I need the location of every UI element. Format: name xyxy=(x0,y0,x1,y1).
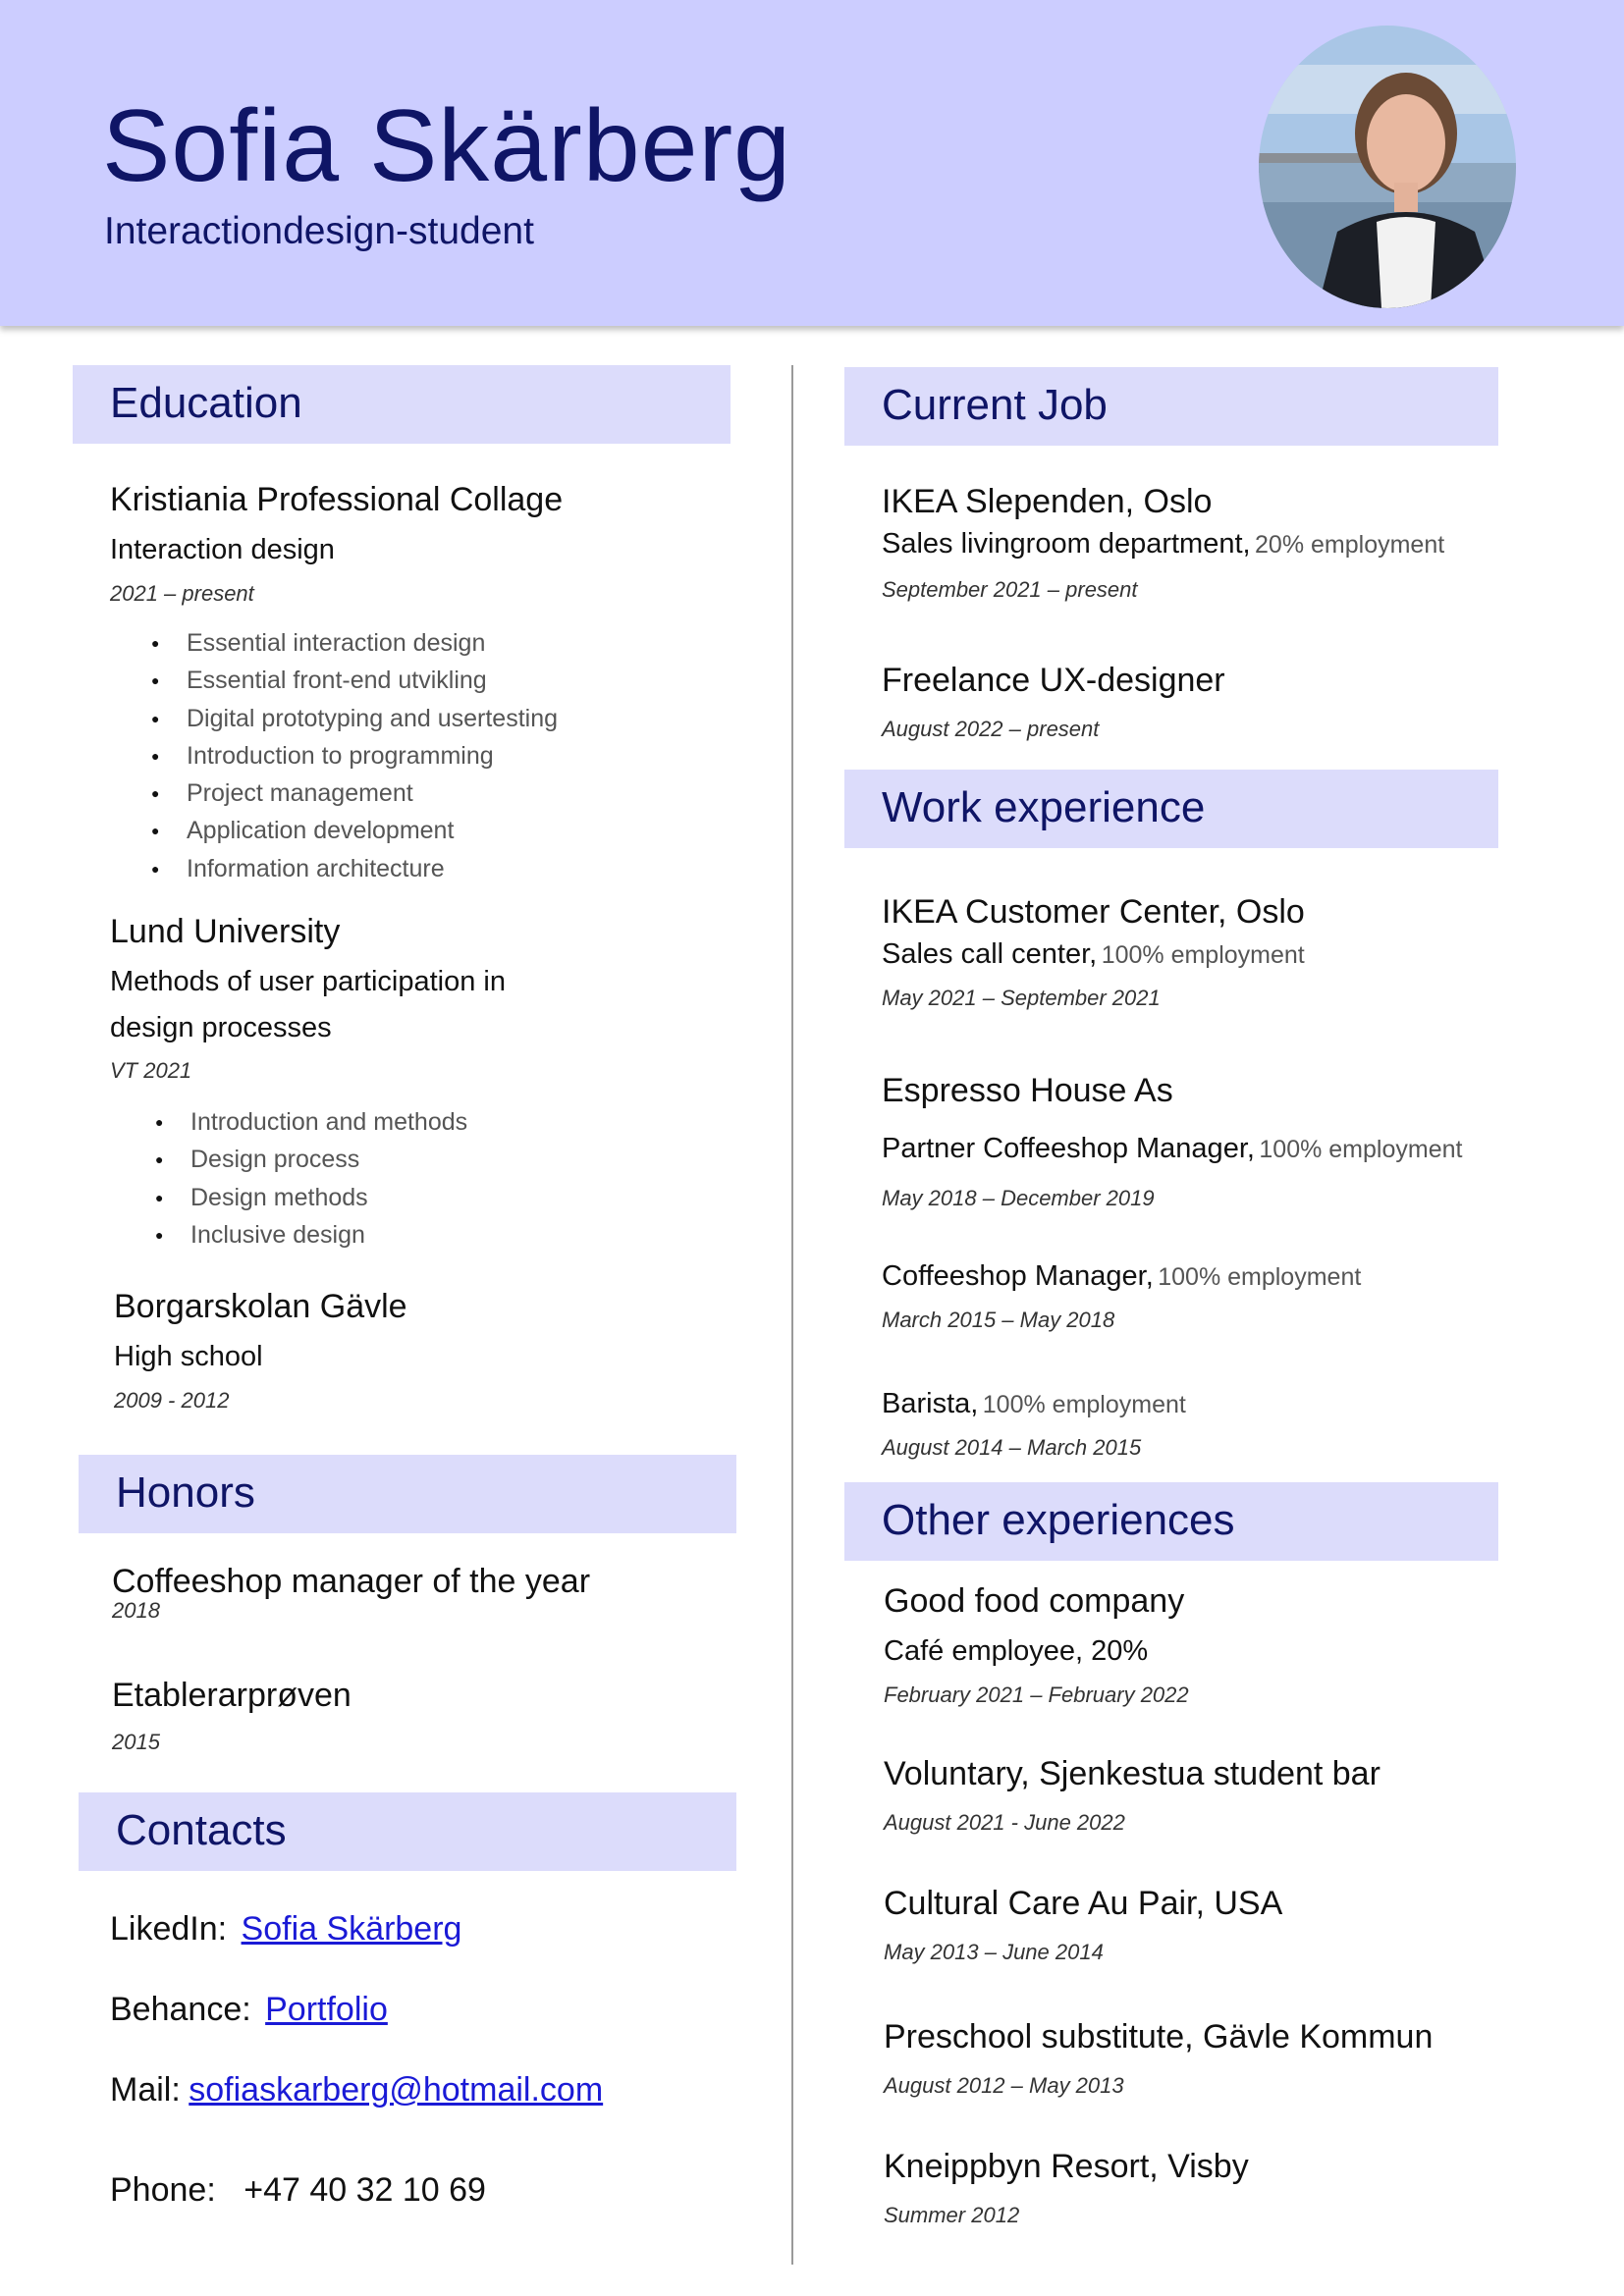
list-item: Introduction and methods xyxy=(155,1103,467,1141)
lund-school: Lund University xyxy=(110,913,341,950)
other-heading: Other experiences xyxy=(844,1482,1498,1561)
barista-role: Barista, xyxy=(882,1388,979,1419)
aupair-date: May 2013 – June 2014 xyxy=(884,1940,1104,1964)
manager-emp: 100% employment xyxy=(1158,1263,1362,1291)
lund-program-line2: design processes xyxy=(110,1012,332,1043)
list-item: Design process xyxy=(155,1141,467,1178)
education-title: Education xyxy=(110,379,302,427)
list-item: Essential interaction design xyxy=(151,624,558,662)
voluntary-date: August 2021 - June 2022 xyxy=(884,1810,1125,1835)
barista-date: August 2014 – March 2015 xyxy=(882,1435,1142,1460)
header-banner: Sofia Skärberg Interactiondesign-student xyxy=(0,0,1624,326)
linkedin-row: LikedIn: Sofia Skärberg xyxy=(110,1910,461,1949)
linkedin-label: LikedIn: xyxy=(110,1910,228,1948)
ikea-cc-role-row: Sales call center, 100% employment xyxy=(882,938,1305,971)
ikea-slependen-role-row: Sales livingroom department, 20% employm… xyxy=(882,528,1444,561)
lund-courses: Introduction and methods Design process … xyxy=(155,1103,467,1254)
borgar-date: 2009 - 2012 xyxy=(114,1388,230,1413)
work-title: Work experience xyxy=(882,783,1206,831)
behance-label: Behance: xyxy=(110,1991,251,2028)
ikea-cc-emp: 100% employment xyxy=(1101,941,1305,969)
mail-label: Mail: xyxy=(110,2071,181,2109)
phone-label: Phone: xyxy=(110,2171,216,2209)
freelance-date: August 2022 – present xyxy=(882,717,1100,741)
kneipp-org: Kneippbyn Resort, Visby xyxy=(884,2148,1249,2185)
voluntary-org: Voluntary, Sjenkestua student bar xyxy=(884,1755,1380,1792)
manager-date: March 2015 – May 2018 xyxy=(882,1308,1115,1332)
kneipp-date: Summer 2012 xyxy=(884,2203,1020,2227)
linkedin-link[interactable]: Sofia Skärberg xyxy=(242,1910,462,1948)
person-subtitle: Interactiondesign-student xyxy=(104,210,534,252)
honor-year: 2015 xyxy=(112,1730,160,1754)
espresso-role-row: Partner Coffeeshop Manager, 100% employm… xyxy=(882,1133,1462,1165)
espresso-role: Partner Coffeeshop Manager, xyxy=(882,1133,1255,1164)
phone-value: +47 40 32 10 69 xyxy=(244,2171,486,2209)
mail-link[interactable]: sofiaskarberg@hotmail.com xyxy=(189,2071,603,2109)
lund-program-line1: Methods of user participation in xyxy=(110,966,506,997)
list-item: Application development xyxy=(151,812,558,849)
mail-row: Mail: sofiaskarberg@hotmail.com xyxy=(110,2071,603,2109)
honor-year: 2018 xyxy=(112,1598,160,1623)
kristiania-courses: Essential interaction design Essential f… xyxy=(151,624,558,887)
kristiania-program: Interaction design xyxy=(110,534,335,565)
honors-heading: Honors xyxy=(79,1455,736,1533)
barista-emp: 100% employment xyxy=(982,1391,1186,1418)
behance-link[interactable]: Portfolio xyxy=(265,1991,388,2028)
person-name: Sofia Skärberg xyxy=(102,89,791,203)
contacts-title: Contacts xyxy=(116,1806,287,1854)
borgar-school: Borgarskolan Gävle xyxy=(114,1288,407,1325)
list-item: Introduction to programming xyxy=(151,737,558,774)
preschool-date: August 2012 – May 2013 xyxy=(884,2073,1124,2098)
kristiania-date: 2021 – present xyxy=(110,581,254,606)
behance-row: Behance: Portfolio xyxy=(110,1991,388,2029)
ikea-cc-org: IKEA Customer Center, Oslo xyxy=(882,893,1305,931)
ikea-slependen-org: IKEA Slependen, Oslo xyxy=(882,483,1213,520)
preschool-org: Preschool substitute, Gävle Kommun xyxy=(884,2018,1434,2056)
list-item: Design methods xyxy=(155,1179,467,1216)
work-heading: Work experience xyxy=(844,770,1498,848)
aupair-org: Cultural Care Au Pair, USA xyxy=(884,1885,1283,1922)
espresso-emp: 100% employment xyxy=(1259,1136,1463,1163)
ikea-slependen-role: Sales livingroom department, xyxy=(882,528,1251,560)
ikea-cc-date: May 2021 – September 2021 xyxy=(882,986,1161,1010)
ikea-slependen-date: September 2021 – present xyxy=(882,577,1138,602)
kristiania-school: Kristiania Professional Collage xyxy=(110,481,564,518)
profile-photo xyxy=(1259,26,1516,308)
list-item: Essential front-end utvikling xyxy=(151,662,558,699)
espresso-date: May 2018 – December 2019 xyxy=(882,1186,1155,1210)
list-item: Digital prototyping and usertesting xyxy=(151,700,558,737)
goodfood-org: Good food company xyxy=(884,1582,1185,1620)
borgar-program: High school xyxy=(114,1341,263,1372)
list-item: Information architecture xyxy=(151,850,558,887)
freelance-org: Freelance UX-designer xyxy=(882,662,1225,699)
education-heading: Education xyxy=(73,365,731,444)
goodfood-date: February 2021 – February 2022 xyxy=(884,1682,1189,1707)
contacts-heading: Contacts xyxy=(79,1792,736,1871)
other-title: Other experiences xyxy=(882,1496,1235,1544)
phone-row: Phone: +47 40 32 10 69 xyxy=(110,2171,486,2210)
barista-role-row: Barista, 100% employment xyxy=(882,1388,1186,1420)
goodfood-role: Café employee, 20% xyxy=(884,1635,1149,1667)
lund-date: VT 2021 xyxy=(110,1058,192,1083)
column-divider xyxy=(791,365,793,2265)
current-job-title: Current Job xyxy=(882,381,1108,429)
manager-role-row: Coffeeshop Manager, 100% employment xyxy=(882,1260,1361,1293)
honor-name: Coffeeshop manager of the year xyxy=(112,1563,591,1600)
espresso-org: Espresso House As xyxy=(882,1072,1173,1109)
honor-name: Etablerarprøven xyxy=(112,1677,352,1714)
current-job-heading: Current Job xyxy=(844,367,1498,446)
ikea-cc-role: Sales call center, xyxy=(882,938,1098,970)
ikea-slependen-emp: 20% employment xyxy=(1255,531,1445,559)
manager-role: Coffeeshop Manager, xyxy=(882,1260,1154,1292)
list-item: Project management xyxy=(151,774,558,812)
list-item: Inclusive design xyxy=(155,1216,467,1254)
honors-title: Honors xyxy=(116,1468,255,1517)
